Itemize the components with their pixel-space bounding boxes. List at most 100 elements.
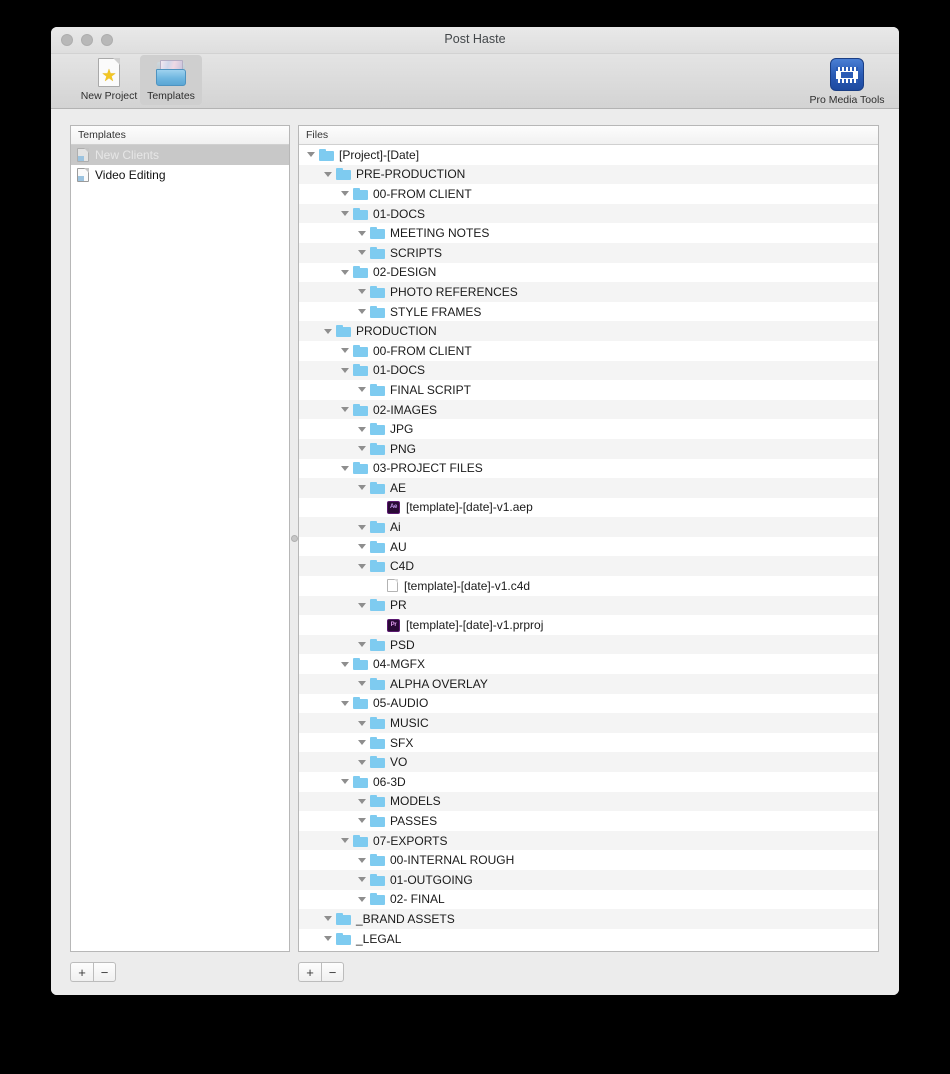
chevron-down-icon[interactable] bbox=[358, 563, 366, 569]
chevron-down-icon[interactable] bbox=[324, 328, 332, 334]
chevron-down-icon[interactable] bbox=[341, 191, 349, 197]
chevron-down-icon[interactable] bbox=[358, 798, 366, 804]
chevron-down-icon[interactable] bbox=[341, 269, 349, 275]
chevron-down-icon[interactable] bbox=[358, 485, 366, 491]
add-file-button[interactable]: + bbox=[298, 962, 321, 982]
chevron-down-icon[interactable] bbox=[341, 779, 349, 785]
file-tree-row-label: 03-PROJECT FILES bbox=[373, 461, 483, 476]
file-tree-row-label: AE bbox=[390, 480, 407, 495]
file-tree-row-label: 06-3D bbox=[373, 774, 406, 789]
toolbar-item-pro-media-tools[interactable]: Pro Media Tools bbox=[803, 58, 891, 106]
toolbar-item-templates[interactable]: Templates bbox=[140, 55, 202, 105]
chevron-down-icon[interactable] bbox=[307, 152, 315, 158]
file-tree-row[interactable]: 05-AUDIO bbox=[299, 694, 878, 714]
chevron-down-icon[interactable] bbox=[358, 857, 366, 863]
chevron-down-icon[interactable] bbox=[341, 700, 349, 706]
chevron-down-icon[interactable] bbox=[341, 465, 349, 471]
file-tree-row[interactable]: 03-PROJECT FILES bbox=[299, 459, 878, 479]
chevron-down-icon[interactable] bbox=[324, 916, 332, 922]
file-tree-row[interactable]: 01-DOCS bbox=[299, 203, 878, 224]
chevron-down-icon[interactable] bbox=[341, 348, 349, 354]
chevron-down-icon[interactable] bbox=[358, 896, 366, 902]
file-tree-row[interactable]: MEETING NOTES bbox=[299, 223, 878, 243]
chevron-down-icon[interactable] bbox=[341, 407, 349, 413]
file-tree-row[interactable]: 02-IMAGES bbox=[299, 399, 878, 420]
file-tree-row[interactable]: PRE-PRODUCTION bbox=[299, 164, 878, 185]
splitter-handle-icon[interactable] bbox=[291, 535, 298, 542]
file-tree-row[interactable]: AE bbox=[299, 478, 878, 498]
chevron-down-icon[interactable] bbox=[341, 661, 349, 667]
chevron-down-icon[interactable] bbox=[324, 936, 332, 942]
file-tree-row[interactable]: MUSIC bbox=[299, 713, 878, 733]
file-tree-row[interactable]: [template]-[date]-v1.c4d bbox=[299, 576, 878, 596]
file-tree-row[interactable]: Pr [template]-[date]-v1.prproj bbox=[299, 615, 878, 635]
panel-splitter[interactable] bbox=[291, 125, 298, 952]
chevron-down-icon[interactable] bbox=[341, 211, 349, 217]
file-tree-row-label: Ai bbox=[390, 520, 401, 535]
file-tree-row[interactable]: C4D bbox=[299, 556, 878, 577]
file-tree-row[interactable]: 00-FROM CLIENT bbox=[299, 341, 878, 361]
file-tree-row[interactable]: JPG bbox=[299, 419, 878, 439]
chevron-down-icon[interactable] bbox=[358, 250, 366, 256]
chevron-down-icon[interactable] bbox=[358, 740, 366, 746]
file-tree-row[interactable]: VO bbox=[299, 752, 878, 772]
file-tree-row[interactable]: 01-OUTGOING bbox=[299, 869, 878, 890]
file-tree-row[interactable]: [Project]-[Date] bbox=[299, 145, 878, 165]
file-tree-row[interactable]: 06-3D bbox=[299, 772, 878, 792]
file-tree-row[interactable]: ALPHA OVERLAY bbox=[299, 674, 878, 694]
file-tree-row[interactable]: PNG bbox=[299, 438, 878, 459]
chevron-down-icon[interactable] bbox=[358, 309, 366, 315]
remove-template-button[interactable]: − bbox=[93, 962, 116, 982]
chevron-down-icon[interactable] bbox=[358, 446, 366, 452]
chevron-down-icon[interactable] bbox=[358, 720, 366, 726]
file-tree-row[interactable]: _LEGAL bbox=[299, 929, 878, 949]
file-tree-row[interactable]: _BRAND ASSETS bbox=[299, 909, 878, 929]
add-template-button[interactable]: + bbox=[70, 962, 93, 982]
chevron-down-icon[interactable] bbox=[358, 387, 366, 393]
file-tree-row[interactable]: PASSES bbox=[299, 811, 878, 831]
templates-list[interactable]: New Clients Video Editing bbox=[71, 145, 289, 185]
file-tree-row[interactable]: PR bbox=[299, 595, 878, 616]
chevron-down-icon[interactable] bbox=[358, 642, 366, 648]
chevron-down-icon[interactable] bbox=[358, 230, 366, 236]
chevron-down-icon[interactable] bbox=[358, 524, 366, 530]
file-tree-row[interactable]: Ai bbox=[299, 517, 878, 537]
file-tree-row[interactable]: STYLE FRAMES bbox=[299, 302, 878, 322]
file-tree-row[interactable]: PRODUCTION bbox=[299, 321, 878, 341]
folder-icon bbox=[370, 795, 385, 808]
file-tree-row[interactable]: 04-MGFX bbox=[299, 654, 878, 674]
file-tree-row[interactable]: Ae [template]-[date]-v1.aep bbox=[299, 498, 878, 518]
toolbar-item-new-project[interactable]: ★ New Project bbox=[78, 55, 140, 105]
chevron-down-icon[interactable] bbox=[358, 289, 366, 295]
chevron-down-icon[interactable] bbox=[341, 838, 349, 844]
remove-file-button[interactable]: − bbox=[321, 962, 344, 982]
file-tree[interactable]: [Project]-[Date] PRE-PRODUCTION 00-FROM CL… bbox=[299, 145, 878, 951]
chevron-down-icon[interactable] bbox=[358, 681, 366, 687]
file-tree-row[interactable]: PSD bbox=[299, 634, 878, 655]
file-tree-row[interactable]: FINAL SCRIPT bbox=[299, 380, 878, 400]
file-tree-row[interactable]: 02- FINAL bbox=[299, 890, 878, 910]
chevron-down-icon[interactable] bbox=[358, 877, 366, 883]
file-tree-row[interactable]: MODELS bbox=[299, 791, 878, 812]
file-tree-row[interactable]: 00-INTERNAL ROUGH bbox=[299, 850, 878, 870]
template-list-item[interactable]: New Clients bbox=[71, 145, 289, 165]
folder-icon bbox=[370, 814, 385, 827]
file-tree-row[interactable]: SCRIPTS bbox=[299, 242, 878, 263]
file-tree-row[interactable]: 02-DESIGN bbox=[299, 263, 878, 283]
chevron-down-icon[interactable] bbox=[358, 426, 366, 432]
template-list-item[interactable]: Video Editing bbox=[71, 165, 289, 185]
chevron-down-icon[interactable] bbox=[358, 602, 366, 608]
file-tree-row[interactable]: SFX bbox=[299, 733, 878, 753]
file-tree-row[interactable]: 01-DOCS bbox=[299, 360, 878, 381]
chevron-down-icon[interactable] bbox=[324, 171, 332, 177]
chevron-down-icon[interactable] bbox=[358, 544, 366, 550]
chevron-down-icon[interactable] bbox=[358, 759, 366, 765]
chevron-down-icon[interactable] bbox=[341, 367, 349, 373]
file-tree-row[interactable]: 00-FROM CLIENT bbox=[299, 184, 878, 204]
chevron-down-icon[interactable] bbox=[358, 818, 366, 824]
file-tree-row[interactable]: PHOTO REFERENCES bbox=[299, 282, 878, 302]
file-tree-row-label: 05-AUDIO bbox=[373, 696, 429, 711]
file-tree-row[interactable]: 07-EXPORTS bbox=[299, 830, 878, 851]
folder-icon bbox=[353, 462, 368, 475]
file-tree-row[interactable]: AU bbox=[299, 537, 878, 557]
